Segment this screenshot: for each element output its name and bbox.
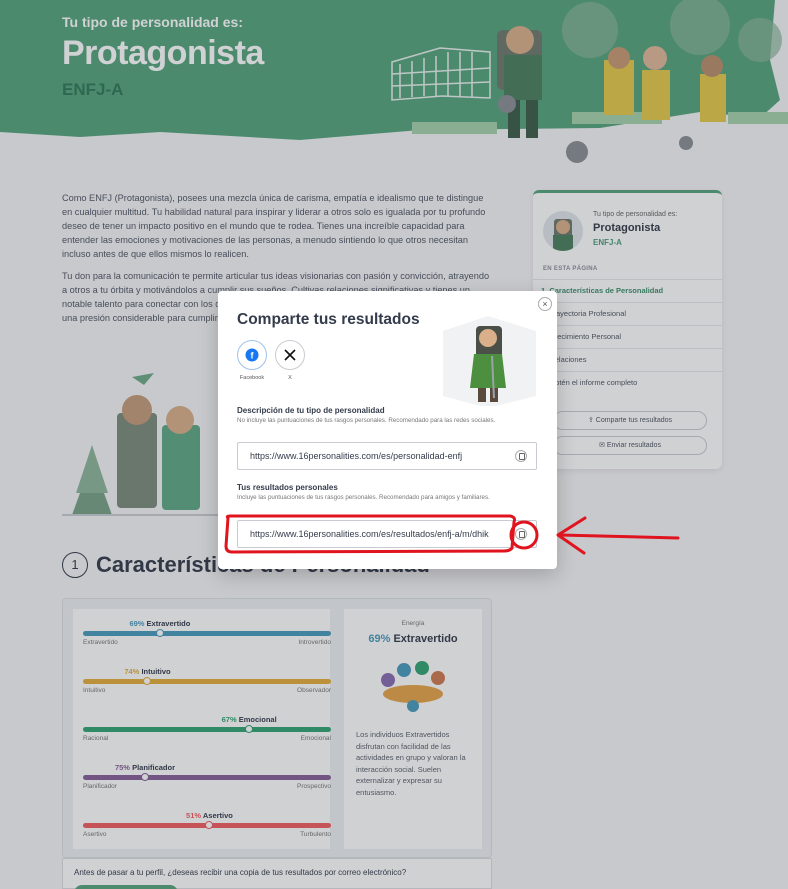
type-url-input[interactable] (250, 443, 506, 469)
copy-results-icon[interactable] (515, 528, 527, 540)
type-link-title: Descripción de tu tipo de personalidad (237, 406, 385, 415)
results-link-field (237, 520, 537, 548)
copy-icon[interactable] (515, 450, 527, 462)
results-link-title: Tus resultados personales (237, 483, 338, 492)
facebook-label: Facebook (239, 375, 265, 381)
x-label: X (288, 375, 292, 381)
facebook-icon: f (245, 348, 259, 362)
results-link-description: Incluye las puntuaciones de tus rasgos p… (237, 494, 490, 501)
results-url-input[interactable] (250, 521, 506, 547)
x-share-button[interactable] (275, 340, 305, 370)
protagonist-illustration (443, 316, 536, 406)
close-icon[interactable]: × (538, 297, 552, 311)
share-modal: × Comparte tus resultados f Facebook X D… (218, 291, 557, 569)
x-icon (284, 349, 296, 361)
modal-title: Comparte tus resultados (237, 311, 420, 328)
type-link-field (237, 442, 537, 470)
facebook-share-button[interactable]: f (237, 340, 267, 370)
type-link-description: No incluye las puntuaciones de tus rasgo… (237, 417, 496, 424)
